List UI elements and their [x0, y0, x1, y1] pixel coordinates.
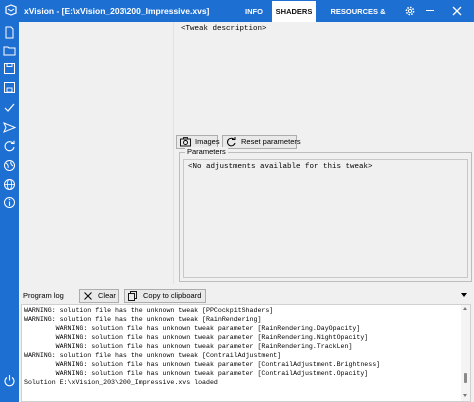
- check-icon[interactable]: [3, 101, 16, 114]
- send-icon[interactable]: [3, 121, 16, 134]
- program-log-text[interactable]: WARNING: solution file has the unknown t…: [21, 304, 471, 402]
- log-line: WARNING: solution file has unknown tweak…: [24, 334, 369, 341]
- scroll-down-arrow-icon[interactable]: [463, 394, 467, 397]
- log-line: WARNING: solution file has the unknown t…: [24, 316, 262, 323]
- globe-alt-icon[interactable]: [3, 159, 16, 172]
- log-line: WARNING: solution file has unknown tweak…: [24, 343, 353, 350]
- main-panel: <Tweak description> Images Reset paramet…: [19, 22, 474, 402]
- log-line: WARNING: solution file has unknown tweak…: [24, 325, 361, 332]
- title-bar: xVision - [E:\xVision_203\200_Impressive…: [0, 0, 474, 37]
- reset-icon: [227, 137, 236, 147]
- tab-shaders[interactable]: SHADERS: [272, 1, 316, 22]
- tweak-list[interactable]: [19, 22, 174, 284]
- scroll-up-arrow-icon[interactable]: [463, 307, 467, 310]
- chevron-down-icon[interactable]: [461, 293, 467, 297]
- copy-to-clipboard-label: Copy to clipboard: [143, 291, 202, 300]
- camera-icon: [180, 137, 191, 147]
- program-log-title: Program log: [23, 291, 64, 300]
- tab-resources-scripts[interactable]: RESOURCES & SCRIPTS: [318, 1, 398, 37]
- log-line: Solution E:\xVision_203\200_Impressive.x…: [24, 379, 218, 386]
- scrollbar-thumb[interactable]: [464, 373, 467, 383]
- save-as-icon[interactable]: [3, 81, 16, 94]
- clear-log-button[interactable]: Clear: [79, 289, 119, 303]
- program-log-header: Program log Clear Copy to clipboard: [21, 288, 471, 304]
- parameters-empty-text: <No adjustments available for this tweak…: [188, 163, 373, 171]
- tab-info[interactable]: INFO: [238, 1, 270, 22]
- globe-icon[interactable]: [3, 178, 16, 191]
- log-scrollbar[interactable]: [461, 305, 470, 401]
- clear-log-label: Clear: [98, 291, 116, 300]
- clipboard-icon: [128, 291, 137, 301]
- new-file-icon[interactable]: [3, 26, 16, 39]
- app-icon: [5, 4, 17, 16]
- open-folder-icon[interactable]: [3, 44, 16, 57]
- parameters-group: Parameters <No adjustments available for…: [179, 147, 472, 282]
- tweak-description: <Tweak description>: [181, 25, 267, 33]
- log-line: WARNING: solution file has unknown tweak…: [24, 361, 381, 368]
- reset-parameters-label: Reset parameters: [241, 137, 301, 146]
- parameters-box: <No adjustments available for this tweak…: [183, 159, 468, 278]
- gear-icon[interactable]: [404, 5, 416, 17]
- log-line: WARNING: solution file has the unknown t…: [24, 307, 274, 314]
- copy-to-clipboard-button[interactable]: Copy to clipboard: [124, 289, 206, 303]
- log-line: WARNING: solution file has unknown tweak…: [24, 370, 369, 377]
- parameters-title: Parameters: [185, 147, 228, 156]
- left-toolbar: [0, 22, 19, 402]
- info-icon[interactable]: [3, 196, 16, 209]
- refresh-icon[interactable]: [3, 140, 16, 153]
- program-log-panel: Program log Clear Copy to clipboard WARN…: [21, 288, 471, 402]
- window-title: xVision - [E:\xVision_203\200_Impressive…: [24, 6, 210, 16]
- reset-parameters-button[interactable]: Reset parameters: [222, 135, 301, 149]
- minimize-button[interactable]: [426, 10, 434, 11]
- save-icon[interactable]: [3, 62, 16, 75]
- power-icon[interactable]: [3, 374, 16, 387]
- close-icon[interactable]: [450, 4, 464, 18]
- log-line: WARNING: solution file has the unknown t…: [24, 352, 282, 359]
- clear-icon: [84, 292, 92, 300]
